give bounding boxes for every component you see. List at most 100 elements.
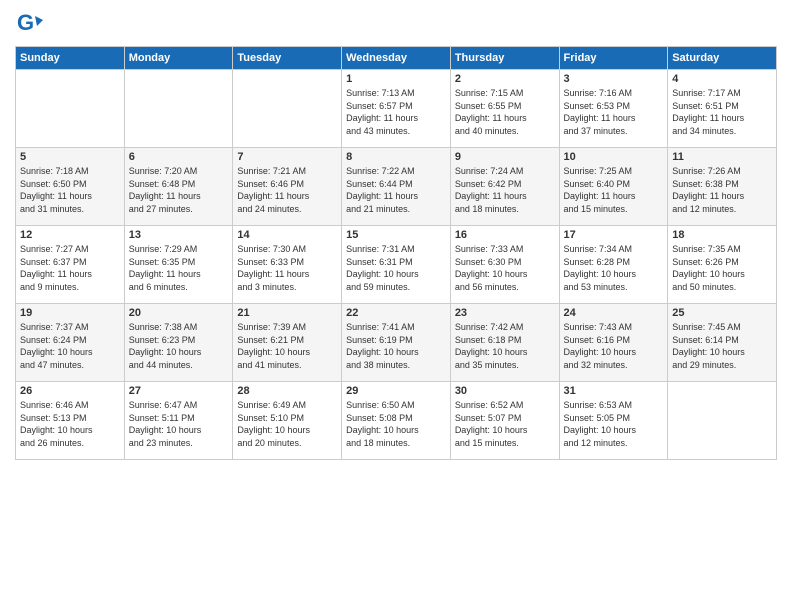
day-info: Sunrise: 7:25 AM Sunset: 6:40 PM Dayligh… [564,165,664,215]
day-cell: 17Sunrise: 7:34 AM Sunset: 6:28 PM Dayli… [559,226,668,304]
day-cell: 4 Sunrise: 7:17 AM Sunset: 6:51 PM Daylig… [668,70,777,148]
day-info: Sunrise: 7:39 AM Sunset: 6:21 PM Dayligh… [237,321,337,371]
day-cell: 2 Sunrise: 7:15 AM Sunset: 6:55 PM Daylig… [450,70,559,148]
week-row-5: 26 Sunrise: 6:46 AM Sunset: 5:13 PM Dayli… [16,382,777,460]
day-number: 15 [346,229,446,241]
weekday-header-friday: Friday [559,47,668,70]
day-cell: 13 Sunrise: 7:29 AM Sunset: 6:35 PM Dayli… [124,226,233,304]
day-cell: 16 Sunrise: 7:33 AM Sunset: 6:30 PM Dayli… [450,226,559,304]
week-row-4: 19Sunrise: 7:37 AM Sunset: 6:24 PM Dayli… [16,304,777,382]
day-info: Sunrise: 7:17 AM Sunset: 6:51 PM Dayligh… [672,87,772,137]
day-info: Sunrise: 6:52 AM Sunset: 5:07 PM Dayligh… [455,399,555,449]
day-number: 24 [564,307,664,319]
day-cell: 30 Sunrise: 6:52 AM Sunset: 5:07 PM Dayli… [450,382,559,460]
day-info: Sunrise: 7:35 AM Sunset: 6:26 PM Dayligh… [672,243,772,293]
day-number: 30 [455,385,555,397]
day-info: Sunrise: 7:45 AM Sunset: 6:14 PM Dayligh… [672,321,772,371]
day-number: 9 [455,151,555,163]
day-cell: 12 Sunrise: 7:27 AM Sunset: 6:37 PM Dayli… [16,226,125,304]
day-info: Sunrise: 7:13 AM Sunset: 6:57 PM Dayligh… [346,87,446,137]
day-info: Sunrise: 7:29 AM Sunset: 6:35 PM Dayligh… [129,243,229,293]
weekday-header-saturday: Saturday [668,47,777,70]
day-cell: 21 Sunrise: 7:39 AM Sunset: 6:21 PM Dayli… [233,304,342,382]
page: G SundayMondayTuesdayWednesdayThursdayFr… [0,0,792,612]
day-info: Sunrise: 7:31 AM Sunset: 6:31 PM Dayligh… [346,243,446,293]
day-cell: 10 Sunrise: 7:25 AM Sunset: 6:40 PM Dayli… [559,148,668,226]
day-cell: 8 Sunrise: 7:22 AM Sunset: 6:44 PM Daylig… [342,148,451,226]
weekday-header-row: SundayMondayTuesdayWednesdayThursdayFrid… [16,47,777,70]
weekday-header-wednesday: Wednesday [342,47,451,70]
day-info: Sunrise: 6:46 AM Sunset: 5:13 PM Dayligh… [20,399,120,449]
day-number: 25 [672,307,772,319]
weekday-header-sunday: Sunday [16,47,125,70]
day-info: Sunrise: 7:16 AM Sunset: 6:53 PM Dayligh… [564,87,664,137]
day-number: 31 [564,385,664,397]
weekday-header-monday: Monday [124,47,233,70]
day-info: Sunrise: 7:22 AM Sunset: 6:44 PM Dayligh… [346,165,446,215]
day-info: Sunrise: 7:18 AM Sunset: 6:50 PM Dayligh… [20,165,120,215]
day-info: Sunrise: 7:24 AM Sunset: 6:42 PM Dayligh… [455,165,555,215]
day-number: 7 [237,151,337,163]
day-cell: 23 Sunrise: 7:42 AM Sunset: 6:18 PM Dayli… [450,304,559,382]
day-cell: 27Sunrise: 6:47 AM Sunset: 5:11 PM Dayli… [124,382,233,460]
day-cell: 26 Sunrise: 6:46 AM Sunset: 5:13 PM Dayli… [16,382,125,460]
day-info: Sunrise: 6:50 AM Sunset: 5:08 PM Dayligh… [346,399,446,449]
logo: G [15,10,47,38]
day-cell: 19Sunrise: 7:37 AM Sunset: 6:24 PM Dayli… [16,304,125,382]
day-info: Sunrise: 7:42 AM Sunset: 6:18 PM Dayligh… [455,321,555,371]
day-cell: 6 Sunrise: 7:20 AM Sunset: 6:48 PM Daylig… [124,148,233,226]
day-cell: 5 Sunrise: 7:18 AM Sunset: 6:50 PM Daylig… [16,148,125,226]
day-cell: 1 Sunrise: 7:13 AM Sunset: 6:57 PM Daylig… [342,70,451,148]
day-cell: 22Sunrise: 7:41 AM Sunset: 6:19 PM Dayli… [342,304,451,382]
day-info: Sunrise: 7:26 AM Sunset: 6:38 PM Dayligh… [672,165,772,215]
day-info: Sunrise: 7:33 AM Sunset: 6:30 PM Dayligh… [455,243,555,293]
day-info: Sunrise: 6:53 AM Sunset: 5:05 PM Dayligh… [564,399,664,449]
day-number: 21 [237,307,337,319]
day-number: 2 [455,73,555,85]
day-number: 27 [129,385,229,397]
day-cell: 7Sunrise: 7:21 AM Sunset: 6:46 PM Daylig… [233,148,342,226]
day-info: Sunrise: 6:49 AM Sunset: 5:10 PM Dayligh… [237,399,337,449]
day-cell: 11 Sunrise: 7:26 AM Sunset: 6:38 PM Dayli… [668,148,777,226]
day-info: Sunrise: 7:20 AM Sunset: 6:48 PM Dayligh… [129,165,229,215]
day-number: 5 [20,151,120,163]
day-cell [233,70,342,148]
day-info: Sunrise: 7:30 AM Sunset: 6:33 PM Dayligh… [237,243,337,293]
day-number: 22 [346,307,446,319]
day-number: 1 [346,73,446,85]
weekday-header-thursday: Thursday [450,47,559,70]
week-row-2: 5 Sunrise: 7:18 AM Sunset: 6:50 PM Daylig… [16,148,777,226]
day-number: 8 [346,151,446,163]
day-number: 29 [346,385,446,397]
day-number: 10 [564,151,664,163]
day-number: 16 [455,229,555,241]
day-info: Sunrise: 7:27 AM Sunset: 6:37 PM Dayligh… [20,243,120,293]
day-number: 6 [129,151,229,163]
day-cell [668,382,777,460]
day-cell: 14Sunrise: 7:30 AM Sunset: 6:33 PM Dayli… [233,226,342,304]
day-number: 12 [20,229,120,241]
day-cell: 29 Sunrise: 6:50 AM Sunset: 5:08 PM Dayli… [342,382,451,460]
day-number: 19 [20,307,120,319]
day-cell: 31 Sunrise: 6:53 AM Sunset: 5:05 PM Dayli… [559,382,668,460]
day-info: Sunrise: 7:15 AM Sunset: 6:55 PM Dayligh… [455,87,555,137]
day-number: 3 [564,73,664,85]
day-info: Sunrise: 7:38 AM Sunset: 6:23 PM Dayligh… [129,321,229,371]
day-cell: 24 Sunrise: 7:43 AM Sunset: 6:16 PM Dayli… [559,304,668,382]
day-cell: 20 Sunrise: 7:38 AM Sunset: 6:23 PM Dayli… [124,304,233,382]
week-row-3: 12 Sunrise: 7:27 AM Sunset: 6:37 PM Dayli… [16,226,777,304]
day-cell [124,70,233,148]
day-number: 13 [129,229,229,241]
day-number: 26 [20,385,120,397]
day-number: 20 [129,307,229,319]
day-number: 23 [455,307,555,319]
calendar-table: SundayMondayTuesdayWednesdayThursdayFrid… [15,46,777,460]
day-number: 4 [672,73,772,85]
day-number: 11 [672,151,772,163]
day-info: Sunrise: 7:43 AM Sunset: 6:16 PM Dayligh… [564,321,664,371]
day-number: 17 [564,229,664,241]
day-number: 28 [237,385,337,397]
weekday-header-tuesday: Tuesday [233,47,342,70]
day-cell [16,70,125,148]
day-number: 18 [672,229,772,241]
